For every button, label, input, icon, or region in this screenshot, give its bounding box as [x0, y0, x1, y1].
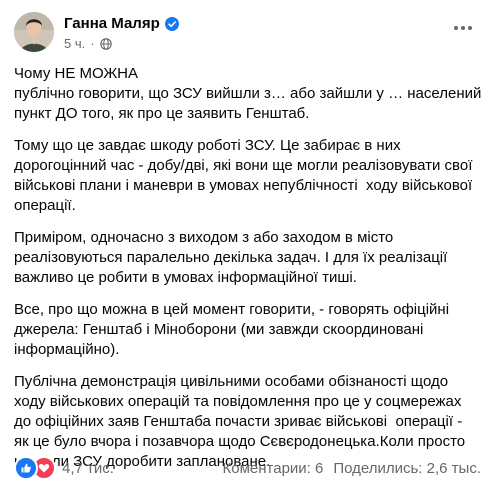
reactions-count: 4,7 тис. — [62, 459, 114, 477]
author-name[interactable]: Ганна Маляр — [64, 15, 160, 32]
post-text-line: Публічна демонстрація цивільними особами… — [14, 373, 449, 390]
post-text-line: військові плани і маневри в умовах непуб… — [14, 177, 473, 194]
post-text-line: важливо це робити в умовах інформаційної… — [14, 269, 357, 286]
post-text-line: Приміром, одночасно з виходом з або захо… — [14, 229, 394, 246]
meta-separator: · — [90, 36, 95, 51]
post-text-line: джерела: Генштаб і Міноборони (ми завжди… — [14, 321, 424, 338]
comments-count[interactable]: Коментарии: 6 — [223, 460, 324, 477]
reactions[interactable]: 4,7 тис. — [14, 456, 114, 480]
shares-count[interactable]: Поделились: 2,6 тыс. — [333, 460, 481, 477]
post-paragraph: Тому що це завдає шкоду роботі ЗСУ. Це з… — [14, 136, 484, 216]
avatar-image — [14, 12, 54, 52]
post-text-line: Чому НЕ МОЖНА — [14, 65, 139, 82]
post-text-line: до офіційних заяв Генштаба почасти зрива… — [14, 413, 463, 430]
post-time[interactable]: 5 ч. — [64, 36, 85, 51]
post-header: Ганна Маляр 5 ч. · — [14, 12, 483, 56]
post-footer: 4,7 тис. Коментарии: 6 Поделились: 2,6 т… — [14, 456, 481, 480]
post-text-line: публічно говорити, що ЗСУ вийшли з… або … — [14, 85, 482, 102]
post-text-line: реалізовуються паралельно декілька задач… — [14, 249, 448, 266]
facebook-post: Ганна Маляр 5 ч. · Чому НЕ МОЖНА публічн… — [0, 0, 495, 489]
post-paragraph: Чому НЕ МОЖНА публічно говорити, що ЗСУ в… — [14, 64, 484, 124]
post-meta: 5 ч. · — [64, 36, 112, 51]
avatar[interactable] — [14, 12, 54, 52]
like-reaction-icon — [14, 456, 38, 480]
post-paragraph: Приміром, одночасно з виходом з або захо… — [14, 228, 484, 288]
post-text-line: інформаційно). — [14, 341, 120, 358]
post-body: Чому НЕ МОЖНА публічно говорити, що ЗСУ в… — [14, 64, 484, 484]
post-text-line: ходу військових операцій та повідомлення… — [14, 393, 462, 410]
post-text-line: як це було вчора і позавчора щодо Сєвєро… — [14, 433, 466, 450]
post-paragraph: Все, про що можна в цей момент говорити,… — [14, 300, 484, 360]
post-stats: Коментарии: 6 Поделились: 2,6 тыс. — [213, 460, 482, 477]
verified-badge-icon — [164, 16, 179, 31]
post-text-line: Все, про що можна в цей момент говорити,… — [14, 301, 450, 318]
more-options-icon[interactable] — [451, 16, 475, 40]
post-text-line: Тому що це завдає шкоду роботі ЗСУ. Це з… — [14, 137, 401, 154]
author-line: Ганна Маляр — [64, 15, 179, 32]
globe-icon[interactable] — [99, 37, 112, 50]
post-text-line: операції. — [14, 197, 76, 214]
post-text-line: дорогоцінний час - добу/дві, які вони ще… — [14, 157, 473, 174]
post-text-line: пункт ДО того, як про це заявить Генштаб… — [14, 105, 310, 122]
